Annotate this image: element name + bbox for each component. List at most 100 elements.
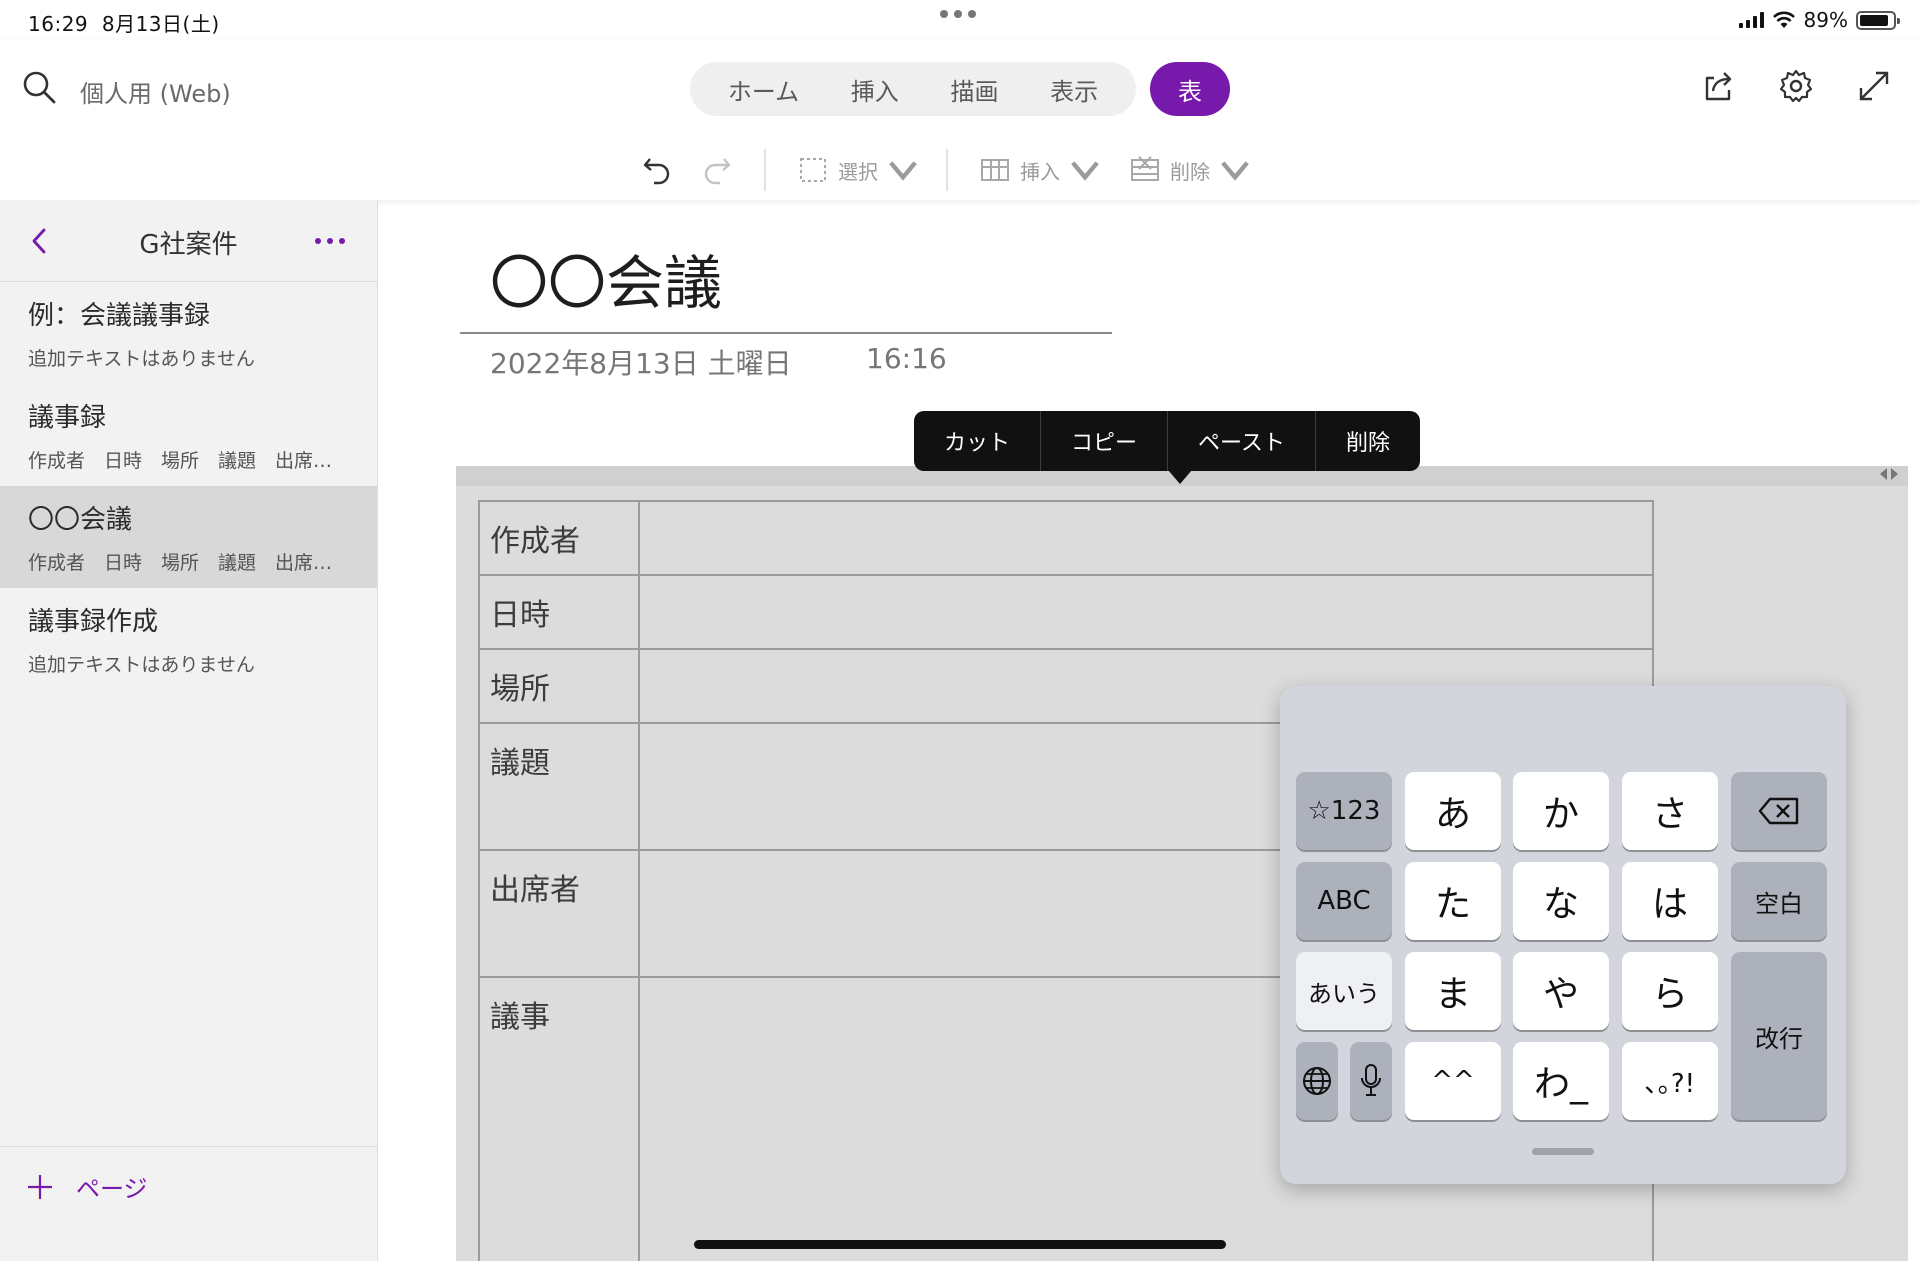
cut-menu-item[interactable]: カット: [914, 411, 1042, 471]
table-scroll-arrows-icon[interactable]: [1880, 468, 1898, 480]
undo-icon: [643, 158, 670, 185]
table-cell-label[interactable]: 場所: [478, 648, 640, 724]
page-time: 16:16: [866, 342, 947, 375]
page-list-sidebar: G社案件 例：会議議事録 追加テキストはありません 議事録 作成者 日時 場所 …: [0, 200, 378, 1261]
add-page-label: ページ: [76, 1175, 148, 1203]
table-cell-label[interactable]: 日時: [478, 574, 640, 650]
page-list-item-selected[interactable]: 〇〇会議 作成者 日時 場所 議題 出席者...: [0, 486, 377, 588]
tab-home[interactable]: ホーム: [718, 72, 809, 107]
delete-menu-item[interactable]: 削除: [1316, 411, 1420, 471]
abc-key[interactable]: ABC: [1296, 862, 1392, 940]
notebook-selector[interactable]: 個人用 (Web): [80, 74, 231, 109]
app-toolbar: 個人用 (Web) ホーム 挿入 描画 表示 表 選択 挿入 削除: [0, 40, 1920, 200]
key-punctuation[interactable]: ､｡?!: [1622, 1042, 1718, 1120]
key-kaomoji[interactable]: ^^: [1405, 1042, 1501, 1120]
dictation-key[interactable]: [1350, 1042, 1392, 1120]
redo-button[interactable]: [700, 153, 734, 187]
key-ha[interactable]: は: [1622, 862, 1718, 940]
delete-table-button[interactable]: 削除: [1128, 153, 1252, 187]
context-menu-pointer: [1168, 470, 1192, 484]
page-date: 2022年8月13日 土曜日: [490, 347, 792, 380]
edit-context-menu: カット コピー ペースト 削除: [914, 411, 1420, 471]
space-key[interactable]: 空白: [1731, 862, 1827, 940]
page-item-preview: 追加テキストはありません: [28, 348, 255, 370]
chevron-down-icon: [1221, 161, 1249, 181]
key-ta[interactable]: た: [1405, 862, 1501, 940]
status-time: 16:29 8月13日(土): [28, 8, 220, 37]
page-list-item[interactable]: 議事録 作成者 日時 場所 議題 出席者...: [0, 384, 377, 486]
page-item-preview: 追加テキストはありません: [28, 654, 255, 676]
backspace-key[interactable]: [1731, 772, 1827, 850]
return-key[interactable]: 改行: [1731, 952, 1827, 1120]
cellular-signal-icon: [1738, 12, 1764, 28]
tab-view[interactable]: 表示: [1040, 72, 1108, 107]
battery-percent: 89%: [1803, 8, 1848, 32]
clock: 16:29: [28, 12, 89, 36]
sidebar-footer: ページ: [0, 1146, 377, 1261]
onenote-screen: { "status": { "time": "16:29", "date": "…: [0, 0, 1920, 1261]
insert-table-button[interactable]: 挿入: [978, 153, 1102, 187]
title-underline: [460, 332, 1112, 334]
kana-key[interactable]: あいう: [1296, 952, 1392, 1030]
globe-key[interactable]: [1296, 1042, 1338, 1120]
insert-label: 挿入: [1020, 159, 1060, 184]
key-wa[interactable]: わ_: [1513, 1042, 1609, 1120]
backspace-icon: [1758, 797, 1799, 825]
copy-menu-item[interactable]: コピー: [1041, 411, 1169, 471]
page-list-item[interactable]: 例：会議議事録 追加テキストはありません: [0, 282, 377, 384]
add-page-button[interactable]: ページ: [26, 1169, 148, 1204]
table-cell-label[interactable]: 出席者: [478, 849, 640, 978]
table-cell-label[interactable]: 議題: [478, 722, 640, 851]
page-item-title: 議事録: [28, 403, 107, 433]
redo-icon: [704, 158, 731, 185]
undo-button[interactable]: [640, 153, 674, 187]
top-actions: [1700, 68, 1892, 104]
page-item-title: 〇〇会議: [28, 505, 133, 535]
table-cell-value[interactable]: [638, 574, 1654, 650]
key-ya[interactable]: や: [1513, 952, 1609, 1030]
share-icon[interactable]: [1700, 68, 1736, 104]
key-a[interactable]: あ: [1405, 772, 1501, 850]
keyboard-drag-handle[interactable]: [1532, 1148, 1594, 1155]
battery-fill: [1860, 14, 1889, 26]
table-row: 日時: [478, 574, 1654, 650]
ribbon-divider: [946, 149, 948, 191]
multitasking-dots-icon[interactable]: [940, 10, 976, 18]
table-cell-value[interactable]: [638, 500, 1654, 576]
key-ma[interactable]: ま: [1405, 952, 1501, 1030]
tab-table[interactable]: 表: [1150, 62, 1230, 116]
wifi-icon: [1772, 11, 1795, 28]
table-cell-label[interactable]: 作成者: [478, 500, 640, 576]
key-na[interactable]: な: [1513, 862, 1609, 940]
more-options-icon[interactable]: [315, 238, 345, 244]
numbers-key[interactable]: ☆123: [1296, 772, 1392, 850]
status-bar: 16:29 8月13日(土) 89%: [0, 0, 1920, 40]
expand-icon[interactable]: [1856, 68, 1892, 104]
page-title[interactable]: 〇〇会議: [490, 236, 722, 320]
home-indicator[interactable]: [694, 1240, 1226, 1249]
page-item-preview: 作成者 日時 場所 議題 出席者...: [28, 552, 349, 574]
tab-draw[interactable]: 描画: [940, 72, 1008, 107]
table-row: 作成者: [478, 500, 1654, 576]
select-button[interactable]: 選択: [796, 153, 920, 187]
paste-menu-item[interactable]: ペースト: [1168, 411, 1316, 471]
ribbon-divider: [764, 149, 766, 191]
plus-icon: [28, 1174, 52, 1199]
gear-icon[interactable]: [1778, 68, 1814, 104]
table-cell-label[interactable]: 議事: [478, 976, 640, 1261]
search-icon[interactable]: [22, 70, 56, 104]
page-item-title: 議事録作成: [28, 607, 159, 637]
section-header: G社案件: [0, 200, 377, 282]
page-list-item[interactable]: 議事録作成 追加テキストはありません: [0, 588, 377, 690]
date: 8月13日(土): [101, 12, 220, 36]
table-delete-icon: [1131, 156, 1159, 181]
delete-label: 削除: [1170, 159, 1210, 184]
chevron-down-icon: [889, 161, 917, 181]
key-sa[interactable]: さ: [1622, 772, 1718, 850]
ribbon-tabs: ホーム 挿入 描画 表示: [690, 62, 1136, 116]
status-indicators: 89%: [1738, 8, 1900, 32]
key-ka[interactable]: か: [1513, 772, 1609, 850]
key-ra[interactable]: ら: [1622, 952, 1718, 1030]
tab-insert[interactable]: 挿入: [841, 72, 909, 107]
floating-keyboard: ☆123 あ か さ ABC た な は 空白 あいう ま や ら 改行 ^^ …: [1280, 686, 1846, 1184]
